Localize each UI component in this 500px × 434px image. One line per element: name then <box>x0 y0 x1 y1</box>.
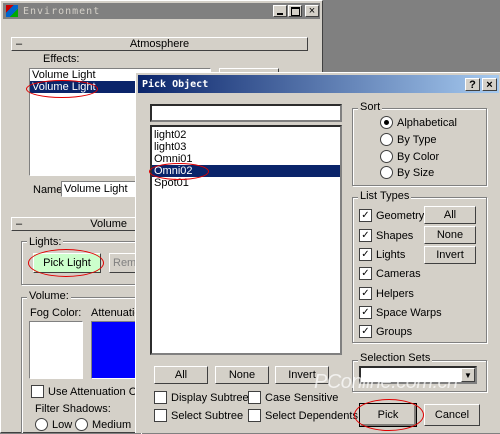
selection-sets-dropdown[interactable]: ▼ <box>359 366 477 384</box>
attenuation-label: Attenuatio <box>91 307 141 319</box>
display-subtree-label: Display Subtree <box>171 391 249 404</box>
checkmark-icon: ✓ <box>359 267 372 280</box>
minimize-icon <box>277 12 283 15</box>
help-button[interactable]: ? <box>465 78 480 91</box>
collapse-icon: – <box>16 38 23 50</box>
collapse-icon: – <box>16 218 23 230</box>
annotation-ring <box>354 399 424 431</box>
filter-low-label: Low <box>52 418 73 431</box>
atmosphere-title: Atmosphere <box>129 38 190 50</box>
type-helpers-checkbox[interactable]: ✓ Helpers <box>359 287 414 300</box>
checkmark-icon: ✓ <box>359 209 372 222</box>
case-sensitive-label: Case Sensitive <box>265 391 339 404</box>
checkmark-icon: ✓ <box>359 287 372 300</box>
select-subtree-checkbox[interactable]: Select Subtree <box>154 409 243 422</box>
checkmark-icon: ✓ <box>359 248 372 261</box>
use-attenuation-checkbox[interactable]: Use Attenuation Colo <box>31 385 151 398</box>
types-none-button[interactable]: None <box>424 226 476 244</box>
attenuation-color-swatch[interactable] <box>91 321 139 379</box>
dialog-close-button[interactable]: × <box>482 78 497 91</box>
type-lights-checkbox[interactable]: ✓ Lights <box>359 248 405 261</box>
search-input[interactable] <box>150 104 342 122</box>
sort-option-label: By Color <box>397 150 440 163</box>
app-icon <box>6 5 18 17</box>
checkbox-icon <box>248 409 261 422</box>
checkbox-icon <box>154 409 167 422</box>
close-button[interactable]: × <box>305 5 319 17</box>
sort-option-label: Alphabetical <box>397 116 457 129</box>
checkmark-icon: ✓ <box>359 229 372 242</box>
filter-medium-label: Medium <box>92 418 132 431</box>
checkmark-icon: ✓ <box>359 325 372 338</box>
list-none-button[interactable]: None <box>215 366 269 384</box>
select-dependents-label: Select Dependents <box>265 409 358 422</box>
pick-object-title-bar[interactable]: Pick Object <box>138 75 499 93</box>
type-label: Geometry <box>376 209 425 222</box>
list-all-button[interactable]: All <box>154 366 208 384</box>
radio-icon <box>35 418 48 431</box>
maximize-icon <box>290 6 300 16</box>
type-groups-checkbox[interactable]: ✓ Groups <box>359 325 412 338</box>
sort-alphabetical-radio[interactable]: Alphabetical <box>380 116 457 129</box>
sort-label: Sort <box>358 101 383 113</box>
sort-by-color-radio[interactable]: By Color <box>380 150 439 163</box>
volume-title: Volume <box>90 218 127 230</box>
atmosphere-rollout-header[interactable]: – Atmosphere <box>11 37 308 51</box>
name-field[interactable]: Volume Light <box>61 181 139 197</box>
select-dependents-checkbox[interactable]: Select Dependents <box>248 409 358 422</box>
pick-object-dialog: Pick Object ? × light02 light03 Omni01 O… <box>135 72 500 433</box>
type-label: Shapes <box>376 229 414 242</box>
list-types-label: List Types <box>358 190 412 202</box>
chevron-down-icon[interactable]: ▼ <box>461 368 475 382</box>
list-item[interactable]: light03 <box>152 141 340 153</box>
type-label: Helpers <box>376 287 414 300</box>
sort-option-label: By Type <box>397 133 437 146</box>
type-cameras-checkbox[interactable]: ✓ Cameras <box>359 267 421 280</box>
radio-icon <box>380 133 393 146</box>
type-space-warps-checkbox[interactable]: ✓ Space Warps <box>359 306 442 319</box>
cancel-button[interactable]: Cancel <box>424 404 480 426</box>
filter-medium-radio[interactable]: Medium <box>75 418 131 431</box>
effects-label: Effects: <box>43 53 80 65</box>
maximize-button[interactable] <box>288 5 302 17</box>
checkmark-icon: ✓ <box>359 306 372 319</box>
list-invert-button[interactable]: Invert <box>275 366 329 384</box>
minimize-button[interactable] <box>273 5 287 17</box>
radio-icon <box>75 418 88 431</box>
annotation-ring <box>26 80 98 98</box>
display-subtree-checkbox[interactable]: Display Subtree <box>154 391 249 404</box>
annotation-ring <box>28 249 104 277</box>
types-all-button[interactable]: All <box>424 206 476 224</box>
fog-color-swatch[interactable] <box>29 321 83 379</box>
sort-by-size-radio[interactable]: By Size <box>380 166 434 179</box>
type-label: Groups <box>376 325 413 338</box>
environment-title: Environment <box>23 5 101 17</box>
checkbox-icon <box>248 391 261 404</box>
filter-shadows-label: Filter Shadows: <box>35 403 111 415</box>
type-geometry-checkbox[interactable]: ✓ Geometry <box>359 209 424 222</box>
types-invert-button[interactable]: Invert <box>424 246 476 264</box>
sort-by-type-radio[interactable]: By Type <box>380 133 437 146</box>
annotation-ring <box>149 163 209 180</box>
radio-selected-icon <box>380 116 393 129</box>
case-sensitive-checkbox[interactable]: Case Sensitive <box>248 391 338 404</box>
checkbox-icon <box>154 391 167 404</box>
type-label: Cameras <box>376 267 421 280</box>
selection-sets-label: Selection Sets <box>358 352 433 364</box>
radio-icon <box>380 150 393 163</box>
filter-low-radio[interactable]: Low <box>35 418 72 431</box>
type-label: Space Warps <box>376 306 442 319</box>
radio-icon <box>380 166 393 179</box>
fog-color-label: Fog Color: <box>30 307 82 319</box>
type-shapes-checkbox[interactable]: ✓ Shapes <box>359 229 413 242</box>
sort-option-label: By Size <box>397 166 435 179</box>
lights-label: Lights: <box>27 236 64 248</box>
pick-object-title: Pick Object <box>142 78 209 90</box>
volume-label: Volume: <box>27 290 71 302</box>
select-subtree-label: Select Subtree <box>171 409 244 422</box>
object-list[interactable]: light02 light03 Omni01 Omni02 Spot01 <box>150 125 342 355</box>
checkbox-icon <box>31 385 44 398</box>
list-item[interactable]: light02 <box>152 129 340 141</box>
type-label: Lights <box>376 248 406 261</box>
